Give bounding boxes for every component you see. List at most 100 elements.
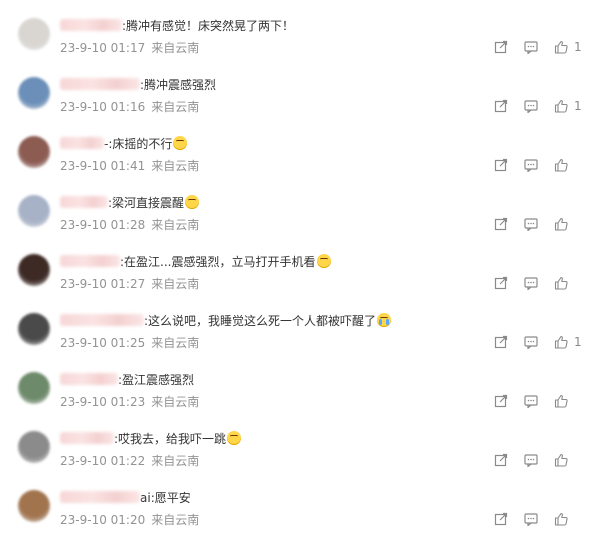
like-icon[interactable] [554,453,568,467]
username-blurred[interactable] [60,491,140,503]
username-blurred[interactable] [60,137,104,149]
avatar[interactable] [18,431,50,463]
comment-list: :腾冲有感觉！床突然晃了两下！ 23-9-10 01:17 来自云南 1:腾冲震感强烈… [0,0,600,540]
comment-icon[interactable] [524,394,538,408]
comment-item: :腾冲震感强烈 23-9-10 01:16 来自云南 1 [0,59,600,118]
comment-item: ai:愿平安 23-9-10 01:20 来自云南 [0,472,600,531]
comment-item: -:床摇的不行 23-9-10 01:41 来自云南 [0,118,600,177]
comment-meta: 23-9-10 01:20 来自云南 [60,512,199,528]
comment-body: :盈江震感强烈 [118,373,195,387]
timestamp: 23-9-10 01:20 [60,513,146,527]
comment-icon[interactable] [524,99,538,113]
location: 来自云南 [151,336,200,350]
like-button[interactable] [538,512,582,526]
avatar[interactable] [18,77,50,109]
location: 来自云南 [151,277,200,291]
repost-icon[interactable] [494,453,508,467]
comment-icon[interactable] [524,217,538,231]
comment-icon[interactable] [524,512,538,526]
like-icon[interactable] [554,217,568,231]
comment-text: :梁河直接震醒 [60,195,200,211]
like-button[interactable]: 1 [538,99,582,113]
comment-text: :在盈江...震感强烈，立马打开手机看 [60,254,331,270]
timestamp: 23-9-10 01:23 [60,395,146,409]
avatar[interactable] [18,195,50,227]
comment-actions: 1 [478,38,582,56]
like-icon[interactable] [554,158,568,172]
comment-body: ai:愿平安 [140,491,191,505]
like-button[interactable]: 1 [538,335,582,349]
comment-text: :盈江震感强烈 [60,372,194,388]
like-button[interactable] [538,217,582,231]
avatar[interactable] [18,136,50,168]
repost-icon[interactable] [494,394,508,408]
repost-icon[interactable] [494,276,508,290]
like-icon[interactable] [554,335,568,349]
username-blurred[interactable] [60,196,108,208]
like-button[interactable] [538,276,582,290]
repost-icon[interactable] [494,40,508,54]
comment-icon[interactable] [524,453,538,467]
like-count: 1 [574,335,582,349]
comment-icon[interactable] [524,335,538,349]
comment-actions [478,156,582,174]
comment-icon[interactable] [524,276,538,290]
like-count: 1 [574,40,582,54]
comment-actions [478,451,582,469]
like-button[interactable] [538,394,582,408]
comment-meta: 23-9-10 01:16 来自云南 [60,99,199,115]
grin-emoji-icon [316,254,331,268]
timestamp: 23-9-10 01:27 [60,277,146,291]
comment-icon[interactable] [524,158,538,172]
grin-emoji-icon [173,136,188,150]
like-button[interactable]: 1 [538,40,582,54]
location: 来自云南 [151,159,200,173]
comment-meta: 23-9-10 01:41 来自云南 [60,158,199,174]
like-icon[interactable] [554,40,568,54]
username-blurred[interactable] [60,314,144,326]
comment-actions: 1 [478,333,582,351]
repost-icon[interactable] [494,335,508,349]
avatar[interactable] [18,490,50,522]
comment-meta: 23-9-10 01:17 来自云南 [60,40,199,56]
comment-item: :盈江震感强烈 23-9-10 01:23 来自云南 [0,354,600,413]
comment-body: :腾冲震感强烈 [140,78,217,92]
comment-text: :这么说吧，我睡觉这么死一个人都被吓醒了 [60,313,392,329]
avatar[interactable] [18,372,50,404]
avatar[interactable] [18,18,50,50]
comment-item: :腾冲有感觉！床突然晃了两下！ 23-9-10 01:17 来自云南 1 [0,0,600,59]
username-blurred[interactable] [60,373,118,385]
comment-text: ai:愿平安 [60,490,191,506]
comment-item: :哎我去，给我吓一跳 23-9-10 01:22 来自云南 [0,413,600,472]
repost-icon[interactable] [494,158,508,172]
location: 来自云南 [151,395,200,409]
comment-actions: 1 [478,97,582,115]
location: 来自云南 [151,41,200,55]
username-blurred[interactable] [60,432,114,444]
timestamp: 23-9-10 01:22 [60,454,146,468]
comment-item: :梁河直接震醒 23-9-10 01:28 来自云南 [0,177,600,236]
comment-body: :梁河直接震醒 [108,196,185,210]
like-icon[interactable] [554,394,568,408]
username-blurred[interactable] [60,19,122,31]
avatar[interactable] [18,254,50,286]
comment-text: :腾冲有感觉！床突然晃了两下！ [60,18,294,34]
timestamp: 23-9-10 01:41 [60,159,146,173]
repost-icon[interactable] [494,99,508,113]
like-icon[interactable] [554,512,568,526]
like-icon[interactable] [554,276,568,290]
username-blurred[interactable] [60,78,140,90]
comment-item: :在盈江...震感强烈，立马打开手机看 23-9-10 01:27 来自云南 [0,236,600,295]
comment-actions [478,274,582,292]
avatar[interactable] [18,313,50,345]
comment-meta: 23-9-10 01:25 来自云南 [60,335,199,351]
like-button[interactable] [538,158,582,172]
comment-meta: 23-9-10 01:23 来自云南 [60,394,199,410]
repost-icon[interactable] [494,512,508,526]
username-blurred[interactable] [60,255,120,267]
like-button[interactable] [538,453,582,467]
like-icon[interactable] [554,99,568,113]
comment-icon[interactable] [524,40,538,54]
repost-icon[interactable] [494,217,508,231]
comment-meta: 23-9-10 01:28 来自云南 [60,217,199,233]
